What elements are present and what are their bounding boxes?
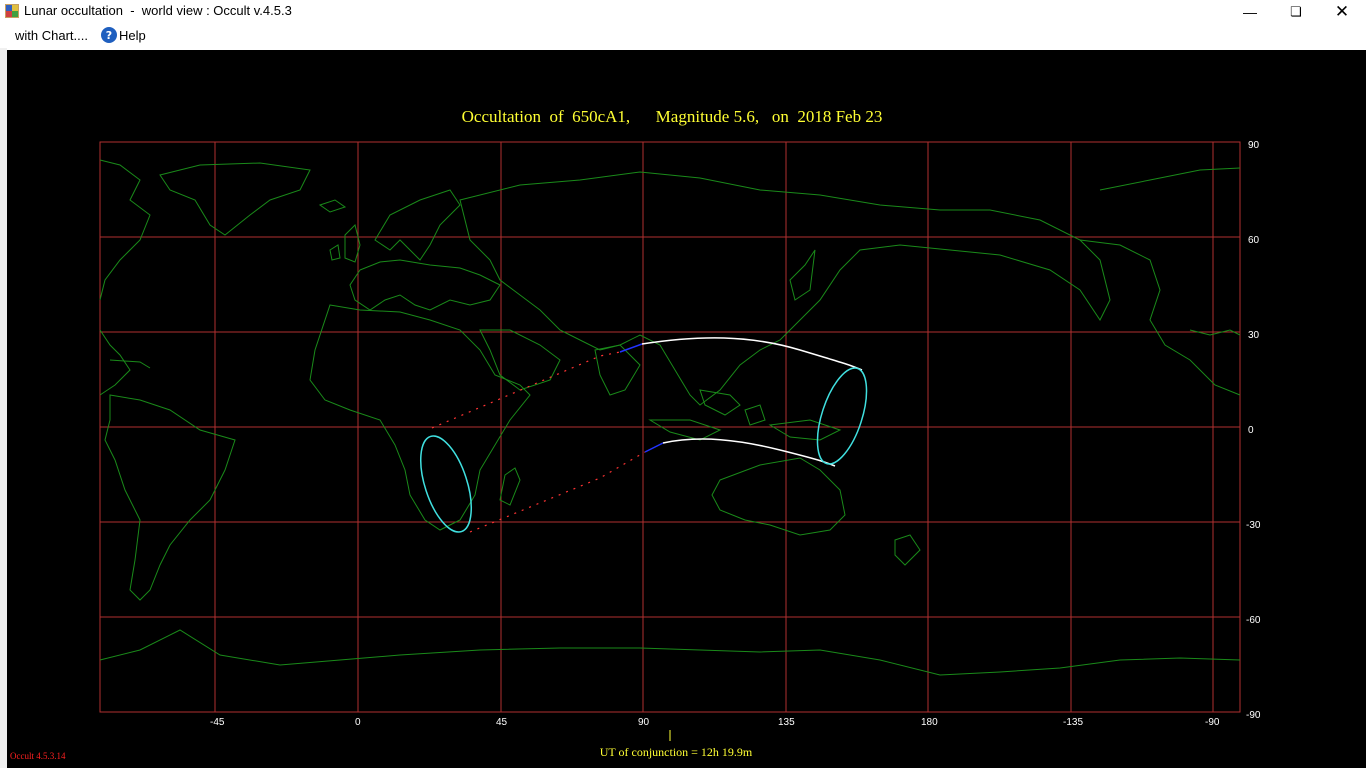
x-tick-label: -90 — [1205, 717, 1220, 728]
southern-limit-dotted — [469, 451, 646, 533]
occultation-path — [419, 337, 868, 533]
world-map — [99, 141, 1241, 741]
y-tick-label: 0 — [1248, 425, 1254, 436]
x-tick-label: 90 — [638, 717, 650, 728]
northern-limit-dotted — [431, 351, 621, 429]
y-tick-label: -60 — [1246, 615, 1261, 626]
y-tick-label: 60 — [1248, 235, 1260, 246]
x-tick-label: 0 — [355, 717, 361, 728]
southern-limit-line — [662, 438, 836, 467]
x-tick-label: -45 — [210, 717, 225, 728]
x-tick-label: 135 — [778, 717, 795, 728]
grid-lines — [100, 142, 1240, 712]
northern-limit-line — [641, 337, 863, 371]
x-tick-label: -135 — [1063, 717, 1084, 728]
x-tick-label: 45 — [496, 717, 508, 728]
x-tick-label: 180 — [921, 717, 938, 728]
y-tick-label: -90 — [1246, 710, 1261, 721]
y-tick-label: 90 — [1248, 140, 1260, 151]
y-tick-label: -30 — [1246, 520, 1261, 531]
version-label: Occult 4.5.3.14 — [10, 751, 66, 761]
ut-conjunction-label: UT of conjunction = 12h 19.9m — [599, 745, 753, 759]
y-tick-label: 30 — [1248, 330, 1260, 341]
southern-daylight-segment — [644, 442, 664, 453]
end-limit-ellipse — [816, 367, 868, 465]
